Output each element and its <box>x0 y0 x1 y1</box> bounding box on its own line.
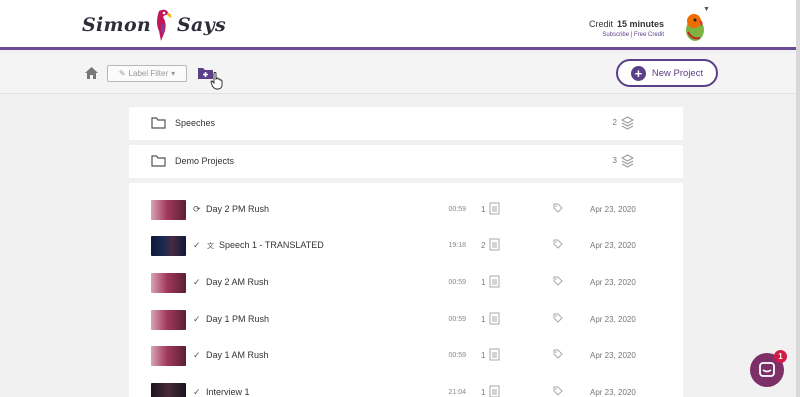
media-title: Day 2 AM Rush <box>206 277 269 287</box>
check-icon: ✓ <box>193 350 201 360</box>
media-date: Apr 23, 2020 <box>590 278 636 287</box>
credit-line: Credit 15 minutes <box>589 19 664 29</box>
media-row[interactable]: ⟳ Day 2 PM Rush 00:59 1 Apr 23, 2020 <box>129 192 683 228</box>
document-icon <box>489 238 500 251</box>
app-header: Simon Says Credit 15 minutes Subscribe | … <box>0 0 800 50</box>
document-icon <box>489 275 500 288</box>
media-date: Apr 23, 2020 <box>590 388 636 397</box>
video-thumbnail <box>151 383 186 397</box>
tag-icon[interactable] <box>553 239 563 249</box>
layers-icon <box>621 154 634 168</box>
tag-icon[interactable] <box>553 386 563 396</box>
video-thumbnail <box>151 346 186 366</box>
media-row[interactable]: ✓ Day 1 AM Rush 00:59 1 Apr 23, 2020 <box>129 338 683 374</box>
parrot-avatar-icon[interactable] <box>680 12 708 42</box>
transcript-count: 1 <box>481 278 486 287</box>
credit-amount: 15 minutes <box>616 19 664 29</box>
tag-icon: ✎ <box>118 69 126 78</box>
plus-circle-icon: + <box>630 65 646 81</box>
media-title: Day 1 AM Rush <box>206 350 269 360</box>
sync-icon: ⟳ <box>193 204 201 214</box>
media-date: Apr 23, 2020 <box>590 315 636 324</box>
credit-label: Credit <box>588 19 613 29</box>
parrot-logo-icon <box>157 9 172 41</box>
translate-icon: 文 <box>207 243 214 250</box>
media-duration: 00:59 <box>448 316 466 323</box>
check-icon: ✓ <box>193 387 201 397</box>
folder-row-demo-projects[interactable]: Demo Projects 3 <box>129 145 683 178</box>
video-thumbnail <box>151 200 186 220</box>
media-duration: 19:18 <box>448 242 466 249</box>
video-thumbnail <box>151 310 186 330</box>
tag-icon[interactable] <box>553 276 563 286</box>
tag-icon[interactable] <box>553 203 563 213</box>
document-icon <box>489 385 500 397</box>
check-icon: ✓ <box>193 277 201 287</box>
logo-word-simon: Simon <box>82 14 152 36</box>
folder-name: Demo Projects <box>175 156 235 166</box>
hand-pointer-cursor-icon <box>210 72 223 90</box>
label-filter-text: Label Filter <box>128 69 169 78</box>
transcript-count: 1 <box>481 351 486 360</box>
media-title: Day 2 PM Rush <box>206 204 270 214</box>
new-project-button[interactable]: + New Project <box>616 59 718 87</box>
scrollbar[interactable] <box>796 0 800 397</box>
media-row[interactable]: ✓ Day 2 AM Rush 00:59 1 Apr 23, 2020 <box>129 265 683 301</box>
layers-icon <box>621 116 634 130</box>
tag-icon[interactable] <box>553 313 563 323</box>
tag-icon[interactable] <box>553 349 563 359</box>
transcript-count: 2 <box>481 241 486 250</box>
check-icon: ✓ <box>193 240 201 250</box>
toolbar: ✎ Label Filter ▾ + New Project <box>0 53 800 94</box>
folder-icon <box>151 155 166 167</box>
media-title: Day 1 PM Rush <box>206 314 270 324</box>
media-date: Apr 23, 2020 <box>590 351 636 360</box>
media-date: Apr 23, 2020 <box>590 205 636 214</box>
folder-count: 3 <box>612 156 617 165</box>
label-filter-dropdown[interactable]: ✎ Label Filter ▾ <box>107 65 187 82</box>
media-title: Speech 1 - TRANSLATED <box>219 240 324 250</box>
folder-row-speeches[interactable]: Speeches 2 <box>129 107 683 140</box>
home-icon[interactable] <box>84 66 99 80</box>
chevron-down-icon: ▾ <box>171 69 176 78</box>
video-thumbnail <box>151 236 186 256</box>
document-icon <box>489 202 500 215</box>
media-duration: 00:59 <box>448 352 466 359</box>
media-duration: 00:59 <box>448 206 466 213</box>
media-row[interactable]: ✓ 文 Speech 1 - TRANSLATED 19:18 2 Apr 23… <box>129 228 683 264</box>
folder-icon <box>151 117 166 129</box>
transcript-count: 1 <box>481 315 486 324</box>
notification-badge: 1 <box>774 350 787 363</box>
media-duration: 21:04 <box>448 389 466 396</box>
video-thumbnail <box>151 273 186 293</box>
media-title: Interview 1 <box>206 387 250 397</box>
media-duration: 00:59 <box>448 279 466 286</box>
media-row[interactable]: ✓ Day 1 PM Rush 00:59 1 Apr 23, 2020 <box>129 302 683 338</box>
transcript-count: 1 <box>481 388 486 397</box>
media-list: ⟳ Day 2 PM Rush 00:59 1 Apr 23, 2020 ✓ 文… <box>129 183 683 397</box>
media-row[interactable]: ✓ Interview 1 21:04 1 Apr 23, 2020 <box>129 375 683 397</box>
folder-count: 2 <box>612 118 617 127</box>
account-menu-caret-icon[interactable]: ▼ <box>703 6 710 13</box>
simon-says-logo[interactable]: Simon Says <box>82 8 226 42</box>
credit-panel: Credit 15 minutes Subscribe | Free Credit <box>589 19 664 38</box>
document-icon <box>489 348 500 361</box>
media-date: Apr 23, 2020 <box>590 241 636 250</box>
folder-name: Speeches <box>175 118 216 128</box>
document-icon <box>489 312 500 325</box>
transcript-count: 1 <box>481 205 486 214</box>
check-icon: ✓ <box>193 314 201 324</box>
subscribe-free-credit-links[interactable]: Subscribe | Free Credit <box>589 32 664 38</box>
new-project-label: New Project <box>651 67 704 79</box>
logo-word-says: Says <box>177 14 227 36</box>
